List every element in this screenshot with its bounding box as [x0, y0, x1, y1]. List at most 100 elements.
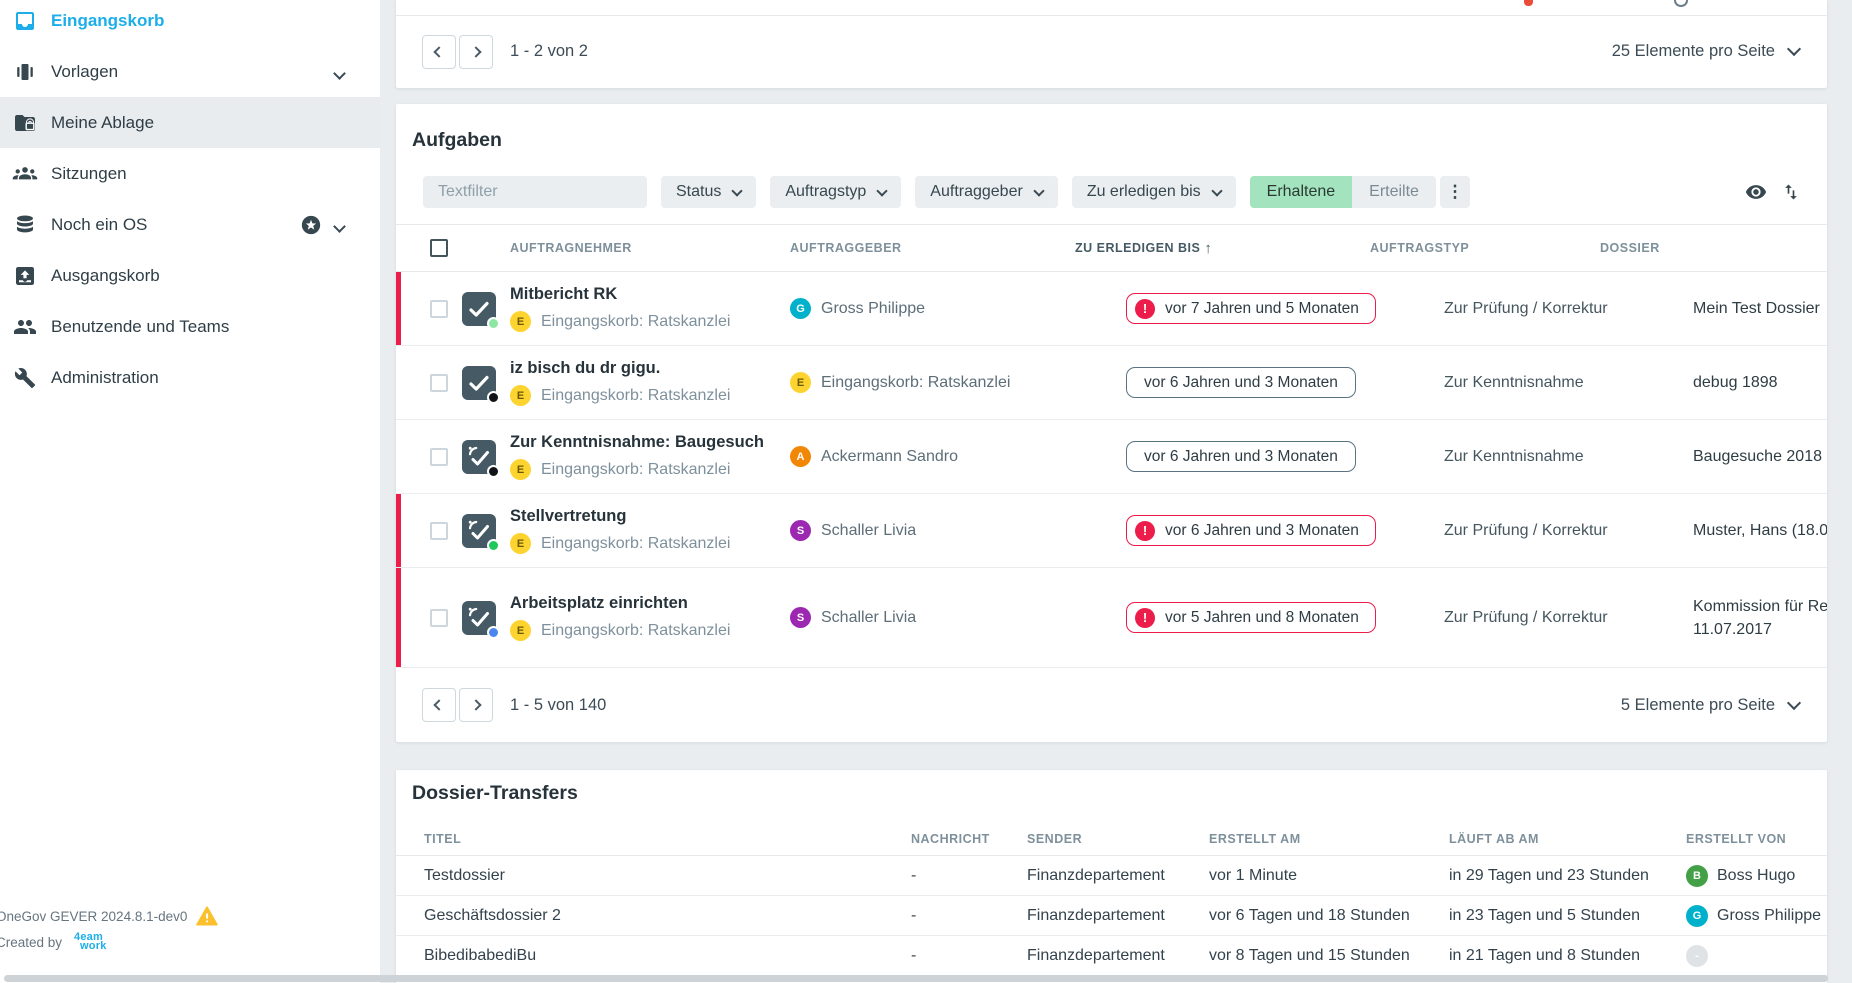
sidebar-item-eingangskorb[interactable]: Eingangskorb [0, 0, 380, 46]
row-checkbox[interactable] [430, 448, 448, 466]
col-sender[interactable]: SENDER [1027, 832, 1209, 846]
sidebar-item-vorlagen[interactable]: Vorlagen [0, 46, 380, 97]
transfer-titel[interactable]: Geschäftsdossier 2 [424, 907, 911, 925]
col-auftragstyp[interactable]: AUFTRAGSTYP [1370, 241, 1600, 255]
select-all-checkbox[interactable] [430, 239, 448, 257]
avatar: E [790, 372, 811, 393]
task-row[interactable]: Arbeitsplatz einrichten EEingangskorb: R… [396, 568, 1827, 668]
transfer-row[interactable]: Testdossier - Finanzdepartement vor 1 Mi… [396, 856, 1827, 896]
transfer-laeuft-ab-am: in 23 Tagen und 5 Stunden [1449, 907, 1686, 925]
sidebar-item-sitzungen[interactable]: Sitzungen [0, 148, 380, 199]
transfer-titel[interactable]: Testdossier [424, 867, 911, 885]
avatar: S [790, 520, 811, 541]
col-nachricht[interactable]: NACHRICHT [911, 832, 1027, 846]
auftraggeber-filter-dropdown[interactable]: Auftraggeber [915, 176, 1058, 208]
next-page-button[interactable] [459, 35, 493, 69]
templates-icon [12, 59, 38, 85]
textfilter-input[interactable]: Textfilter [423, 176, 647, 208]
transfer-titel[interactable]: BibedibabediBu [424, 947, 911, 965]
page-range: 1 - 5 von 140 [510, 696, 606, 715]
zu-erledigen-bis-filter-dropdown[interactable]: Zu erledigen bis [1072, 176, 1236, 208]
per-page-select[interactable]: 5 Elemente pro Seite [1621, 696, 1799, 715]
outbox-icon [12, 263, 38, 289]
sidebar-item-administration[interactable]: Administration [0, 352, 380, 403]
warning-icon[interactable] [196, 906, 218, 926]
col-laeuft-ab-am[interactable]: LÄUFT AB AM [1449, 832, 1686, 846]
chevron-down-icon [732, 185, 743, 196]
col-erstellt-von[interactable]: ERSTELLT VON [1686, 832, 1827, 846]
chevron-down-icon[interactable] [335, 218, 344, 236]
sidebar-item-benutzende-und-teams[interactable]: Benutzende und Teams [0, 301, 380, 352]
assignee-name: Eingangskorb: Ratskanzlei [541, 313, 730, 331]
chevron-down-icon [877, 185, 888, 196]
transfer-erstellt-am: vor 1 Minute [1209, 867, 1449, 885]
task-row[interactable]: iz bisch du dr gigu. E Eingangskorb: Rats… [396, 346, 1827, 420]
task-title[interactable]: Arbeitsplatz einrichten [510, 594, 790, 613]
top-card: 1 - 2 von 2 25 Elemente pro Seite [396, 0, 1827, 88]
row-checkbox[interactable] [430, 300, 448, 318]
avatar: - [1686, 945, 1708, 967]
aufgaben-pagination: 1 - 5 von 140 5 Elemente pro Seite [396, 668, 1827, 742]
task-title[interactable]: Zur Kenntnisnahme: Baugesuch [510, 433, 790, 452]
sidebar-item-noch-ein-os[interactable]: Noch ein OS [0, 199, 380, 250]
task-row[interactable]: Mitbericht RK E Eingangskorb: Ratskanzlei… [396, 272, 1827, 346]
avatar: E [510, 311, 531, 332]
task-type: Zur Prüfung / Korrektur [1370, 300, 1600, 318]
col-erstellt-am[interactable]: ERSTELLT AM [1209, 832, 1449, 846]
dossier-name: debug 1898 [1693, 371, 1827, 394]
transfer-nachricht: - [911, 907, 1027, 925]
database-icon [12, 212, 38, 238]
auftragstyp-filter-dropdown[interactable]: Auftragstyp [770, 176, 901, 208]
task-row[interactable]: Zur Kenntnisnahme: Baugesuch EEingangsko… [396, 420, 1827, 494]
assignee-name: Eingangskorb: Ratskanzlei [541, 387, 730, 405]
star-icon[interactable] [300, 214, 322, 241]
prev-page-button[interactable] [422, 688, 456, 722]
row-checkbox[interactable] [430, 374, 448, 392]
col-auftragnehmer[interactable]: AUFTRAGNEHMER [510, 241, 790, 255]
creator-name: Boss Hugo [1717, 867, 1795, 885]
next-page-button[interactable] [459, 688, 493, 722]
col-dossier[interactable]: DOSSIER [1600, 241, 1827, 255]
issuer-name: Gross Philippe [821, 300, 925, 318]
per-page-select[interactable]: 25 Elemente pro Seite [1612, 42, 1799, 61]
task-row[interactable]: Stellvertretung EEingangskorb: Ratskanzl… [396, 494, 1827, 568]
status-filter-dropdown[interactable]: Status [661, 176, 756, 208]
sort-ascending-icon: ↑ [1204, 240, 1212, 257]
more-options-button[interactable]: ⋮ [1440, 176, 1470, 208]
sidebar-item-label: Ausgangskorb [51, 266, 160, 286]
task-remote-check-icon [462, 514, 496, 548]
horizontal-scrollbar[interactable] [4, 975, 1828, 982]
erhaltene-toggle[interactable]: Erhaltene [1250, 176, 1353, 208]
task-title[interactable]: Mitbericht RK [510, 285, 790, 304]
due-badge: !vor 6 Jahren und 3 Monaten [1126, 515, 1376, 546]
overdue-icon: ! [1135, 608, 1155, 628]
sidebar-item-label: Administration [51, 368, 159, 388]
sidebar-item-ausgangskorb[interactable]: Ausgangskorb [0, 250, 380, 301]
assignee-name: Eingangskorb: Ratskanzlei [541, 535, 730, 553]
task-title[interactable]: iz bisch du dr gigu. [510, 359, 790, 378]
avatar: E [510, 385, 531, 406]
chevron-down-icon[interactable] [335, 65, 344, 83]
sidebar-footer: OneGov GEVER 2024.8.1-dev0 Created by 4e… [0, 903, 218, 955]
sidebar-item-meine-ablage[interactable]: Meine Ablage [0, 97, 380, 148]
col-zu-erledigen-bis[interactable]: ZU ERLEDIGEN BIS ↑ [1068, 240, 1370, 257]
transfer-row[interactable]: Geschäftsdossier 2 - Finanzdepartement v… [396, 896, 1827, 936]
row-checkbox[interactable] [430, 522, 448, 540]
prev-page-button[interactable] [422, 35, 456, 69]
task-type: Zur Kenntnisnahme [1370, 448, 1600, 466]
overdue-icon: ! [1135, 521, 1155, 541]
avatar: B [1686, 865, 1708, 887]
sidebar-item-label: Vorlagen [51, 62, 118, 82]
sort-icon[interactable] [1781, 182, 1801, 202]
erteilte-toggle[interactable]: Erteilte [1352, 176, 1436, 208]
col-titel[interactable]: TITEL [424, 832, 911, 846]
visibility-icon[interactable] [1745, 181, 1767, 203]
transfer-row[interactable]: BibedibabediBu - Finanzdepartement vor 8… [396, 936, 1827, 976]
col-auftraggeber[interactable]: AUFTRAGGEBER [790, 241, 1068, 255]
dossier-name-line2: 11.07.2017 [1693, 618, 1827, 641]
sidebar-item-label: Sitzungen [51, 164, 127, 184]
row-checkbox[interactable] [430, 609, 448, 627]
aufgaben-table-header: AUFTRAGNEHMER AUFTRAGGEBER ZU ERLEDIGEN … [396, 224, 1827, 272]
teamwork-logo[interactable]: 4eam work [74, 933, 106, 952]
task-title[interactable]: Stellvertretung [510, 507, 790, 526]
